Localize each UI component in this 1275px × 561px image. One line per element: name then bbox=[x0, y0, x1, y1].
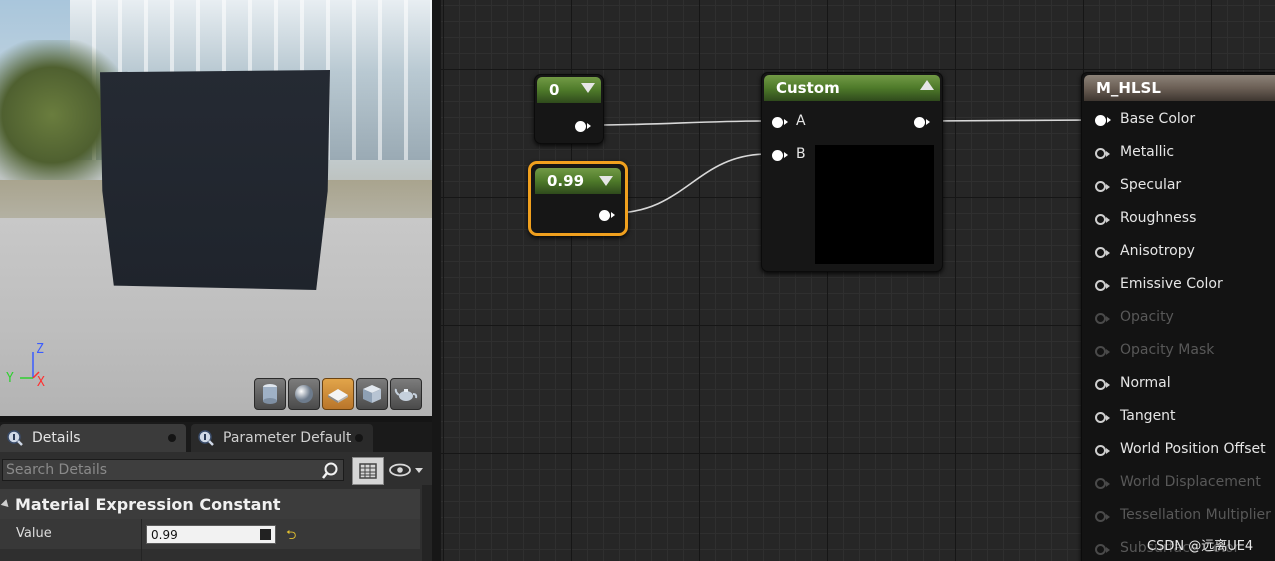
collapse-arrow-icon[interactable] bbox=[581, 83, 595, 93]
section-title: Material Expression Constant bbox=[15, 494, 281, 514]
tab-close-icon[interactable] bbox=[355, 434, 363, 442]
tab-details[interactable]: Details bbox=[0, 424, 186, 452]
wire-const099-to-b bbox=[612, 153, 769, 214]
axis-x-label: X bbox=[37, 375, 45, 390]
collapse-arrow-icon[interactable] bbox=[0, 498, 12, 510]
material-input-pin[interactable] bbox=[1095, 412, 1110, 423]
value-text: 0.99 bbox=[151, 527, 178, 542]
preview-mesh bbox=[100, 70, 330, 290]
material-input-pin[interactable] bbox=[1095, 478, 1110, 489]
node-header: M_HLSL bbox=[1084, 75, 1275, 101]
node-header: Custom bbox=[764, 75, 940, 101]
output-pin[interactable] bbox=[599, 210, 615, 221]
material-input-label: Tangent bbox=[1120, 408, 1176, 424]
input-pin-b[interactable] bbox=[772, 150, 788, 161]
column-splitter[interactable] bbox=[141, 519, 142, 561]
collapse-arrow-icon[interactable] bbox=[599, 176, 613, 186]
teapot-icon bbox=[394, 388, 418, 401]
material-input-label: Metallic bbox=[1120, 144, 1175, 160]
wire-const0-to-a bbox=[590, 120, 769, 126]
teapot-button[interactable] bbox=[390, 378, 422, 410]
search-input[interactable]: Search Details bbox=[2, 459, 344, 481]
input-pin-a[interactable] bbox=[772, 117, 788, 128]
section-header[interactable]: Material Expression Constant bbox=[0, 489, 420, 519]
material-input-pin[interactable] bbox=[1095, 544, 1110, 555]
material-input-pin[interactable] bbox=[1095, 181, 1110, 192]
material-input-label: World Displacement bbox=[1120, 474, 1261, 490]
material-input-pin[interactable] bbox=[1095, 313, 1110, 324]
scrollbar[interactable] bbox=[422, 485, 432, 561]
material-input-label: Anisotropy bbox=[1120, 243, 1195, 259]
wire-custom-to-basecolor bbox=[928, 119, 1094, 122]
material-input-label: Opacity Mask bbox=[1120, 342, 1215, 358]
spin-drag-icon[interactable] bbox=[260, 529, 271, 540]
tab-close-icon[interactable] bbox=[168, 434, 176, 442]
property-label: Value bbox=[16, 526, 52, 541]
node-title: Custom bbox=[776, 79, 840, 97]
plane-button[interactable] bbox=[322, 378, 354, 410]
details-panel: Search Details Material Expression Const… bbox=[0, 452, 432, 561]
node-title: M_HLSL bbox=[1096, 79, 1161, 97]
search-icon[interactable] bbox=[321, 462, 339, 484]
reset-to-default-icon[interactable]: ⮌ bbox=[286, 526, 296, 548]
material-input-label: Specular bbox=[1120, 177, 1182, 193]
preview-shape-toolbar bbox=[254, 378, 422, 412]
input-label-a: A bbox=[796, 113, 806, 129]
eye-icon bbox=[389, 463, 423, 477]
parameter-icon bbox=[197, 429, 215, 447]
material-input-pin[interactable] bbox=[1095, 247, 1110, 258]
node-preview bbox=[815, 145, 934, 264]
material-input-label: Base Color bbox=[1120, 111, 1196, 127]
node-title: 0 bbox=[549, 81, 560, 99]
material-input-pin[interactable] bbox=[1095, 445, 1110, 456]
output-pin[interactable] bbox=[575, 121, 591, 132]
watermark: CSDN @远离UE4 bbox=[1147, 539, 1254, 554]
cube-button[interactable] bbox=[356, 378, 388, 410]
cylinder-button[interactable] bbox=[254, 378, 286, 410]
panel-splitter[interactable] bbox=[432, 0, 441, 561]
output-pin[interactable] bbox=[914, 117, 930, 128]
material-input-pin[interactable] bbox=[1095, 148, 1110, 159]
axis-y-label: Y bbox=[6, 371, 14, 386]
plane-icon bbox=[328, 389, 348, 403]
tab-parameter-defaults-label: Parameter Defaults bbox=[223, 430, 351, 446]
material-input-pin[interactable] bbox=[1095, 346, 1110, 357]
material-input-pin[interactable] bbox=[1095, 511, 1110, 522]
custom-node[interactable]: Custom A B bbox=[761, 72, 943, 272]
constant-node-099[interactable]: 0.99 bbox=[528, 161, 628, 236]
sphere-icon bbox=[295, 385, 313, 403]
preview-viewport[interactable]: Z Y X bbox=[0, 0, 432, 416]
details-icon bbox=[6, 429, 24, 447]
grid-icon bbox=[359, 463, 377, 479]
material-input-label: Opacity bbox=[1120, 309, 1174, 325]
search-placeholder: Search Details bbox=[6, 462, 108, 478]
sphere-button[interactable] bbox=[288, 378, 320, 410]
material-graph[interactable]: 0 0.99 Custom A B M_HLSL Base Color Metal… bbox=[441, 0, 1275, 561]
material-input-label: Roughness bbox=[1120, 210, 1197, 226]
material-input-pin[interactable] bbox=[1095, 379, 1110, 390]
tab-parameter-defaults[interactable]: Parameter Defaults bbox=[191, 424, 373, 452]
view-options-button[interactable] bbox=[352, 457, 384, 485]
property-row-value: Value 0.99 ⮌ bbox=[0, 519, 420, 561]
visibility-filter-button[interactable] bbox=[388, 459, 430, 481]
cube-icon bbox=[363, 385, 381, 403]
tab-details-label: Details bbox=[32, 430, 81, 446]
collapse-arrow-icon[interactable] bbox=[920, 80, 934, 90]
material-input-pin[interactable] bbox=[1095, 214, 1110, 225]
material-input-label: Normal bbox=[1120, 375, 1171, 391]
input-label-b: B bbox=[796, 146, 806, 162]
axis-gizmo: Z Y X bbox=[6, 342, 52, 390]
material-input-pin[interactable] bbox=[1095, 115, 1111, 126]
axis-z-label: Z bbox=[36, 342, 44, 357]
material-result-node[interactable]: M_HLSL Base Color Metallic Specular Roughne… bbox=[1081, 72, 1275, 561]
material-input-pin[interactable] bbox=[1095, 280, 1110, 291]
constant-node-0[interactable]: 0 bbox=[534, 74, 604, 144]
node-title: 0.99 bbox=[547, 172, 585, 190]
details-tab-bar: Details Parameter Defaults bbox=[0, 422, 432, 452]
material-input-label: Tessellation Multiplier bbox=[1120, 507, 1271, 523]
cylinder-icon bbox=[263, 384, 277, 404]
material-input-label: Emissive Color bbox=[1120, 276, 1223, 292]
value-field[interactable]: 0.99 bbox=[146, 525, 276, 544]
material-input-label: World Position Offset bbox=[1120, 441, 1266, 457]
